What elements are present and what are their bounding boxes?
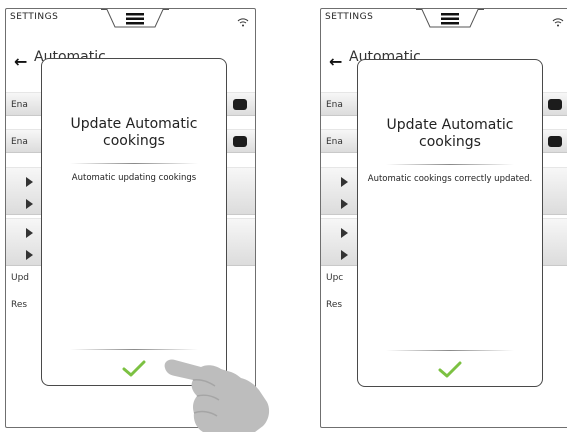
confirm-button[interactable] [118,359,150,379]
toggle-switch[interactable] [548,99,562,110]
dialog-title: Update Automatic cookings [70,116,198,149]
play-arrow-icon[interactable] [26,228,33,238]
update-dialog: Update Automatic cookings Automatic upda… [41,58,227,386]
hamburger-menu-icon [416,9,484,28]
play-arrow-icon[interactable] [26,250,33,260]
play-arrow-icon[interactable] [341,199,348,209]
divider [70,163,198,164]
hamburger-menu-icon [101,9,169,28]
dialog-title: Update Automatic cookings [386,117,514,150]
divider [386,350,514,351]
divider [386,164,514,165]
wifi-icon [237,12,249,31]
checkmark-icon [122,360,146,377]
hand-pointer-icon [164,359,270,432]
row-label: Ena [326,100,343,110]
row-label: Upd [11,273,30,283]
row-label: Ena [326,137,343,147]
play-arrow-icon[interactable] [26,199,33,209]
dialog-message: Automatic cookings correctly updated. [367,174,533,184]
status-title: SETTINGS [325,12,374,22]
back-arrow-icon[interactable]: ← [14,54,27,70]
device-screen-right: SETTINGS ← Automatic Ena Ena Upc Res Upd… [320,8,567,428]
confirm-button[interactable] [434,360,466,380]
play-arrow-icon[interactable] [341,250,348,260]
row-label: Res [326,300,343,310]
play-arrow-icon[interactable] [341,228,348,238]
row-label: Res [11,300,28,310]
dialog-message: Automatic updating cookings [71,173,197,183]
play-arrow-icon[interactable] [26,177,33,187]
row-label: Ena [11,100,28,110]
toggle-switch[interactable] [233,99,247,110]
toggle-switch[interactable] [548,136,562,147]
row-label: Upc [326,273,344,283]
menu-button[interactable] [101,9,169,33]
status-title: SETTINGS [10,12,59,22]
toggle-switch[interactable] [233,136,247,147]
status-bar: SETTINGS [321,9,567,31]
status-bar: SETTINGS [6,9,255,31]
divider [70,349,198,350]
row-label: Ena [11,137,28,147]
update-dialog: Update Automatic cookings Automatic cook… [357,59,543,387]
play-arrow-icon[interactable] [341,177,348,187]
menu-button[interactable] [416,9,484,33]
back-arrow-icon[interactable]: ← [329,54,342,70]
wifi-icon [552,12,564,31]
checkmark-icon [438,361,462,378]
